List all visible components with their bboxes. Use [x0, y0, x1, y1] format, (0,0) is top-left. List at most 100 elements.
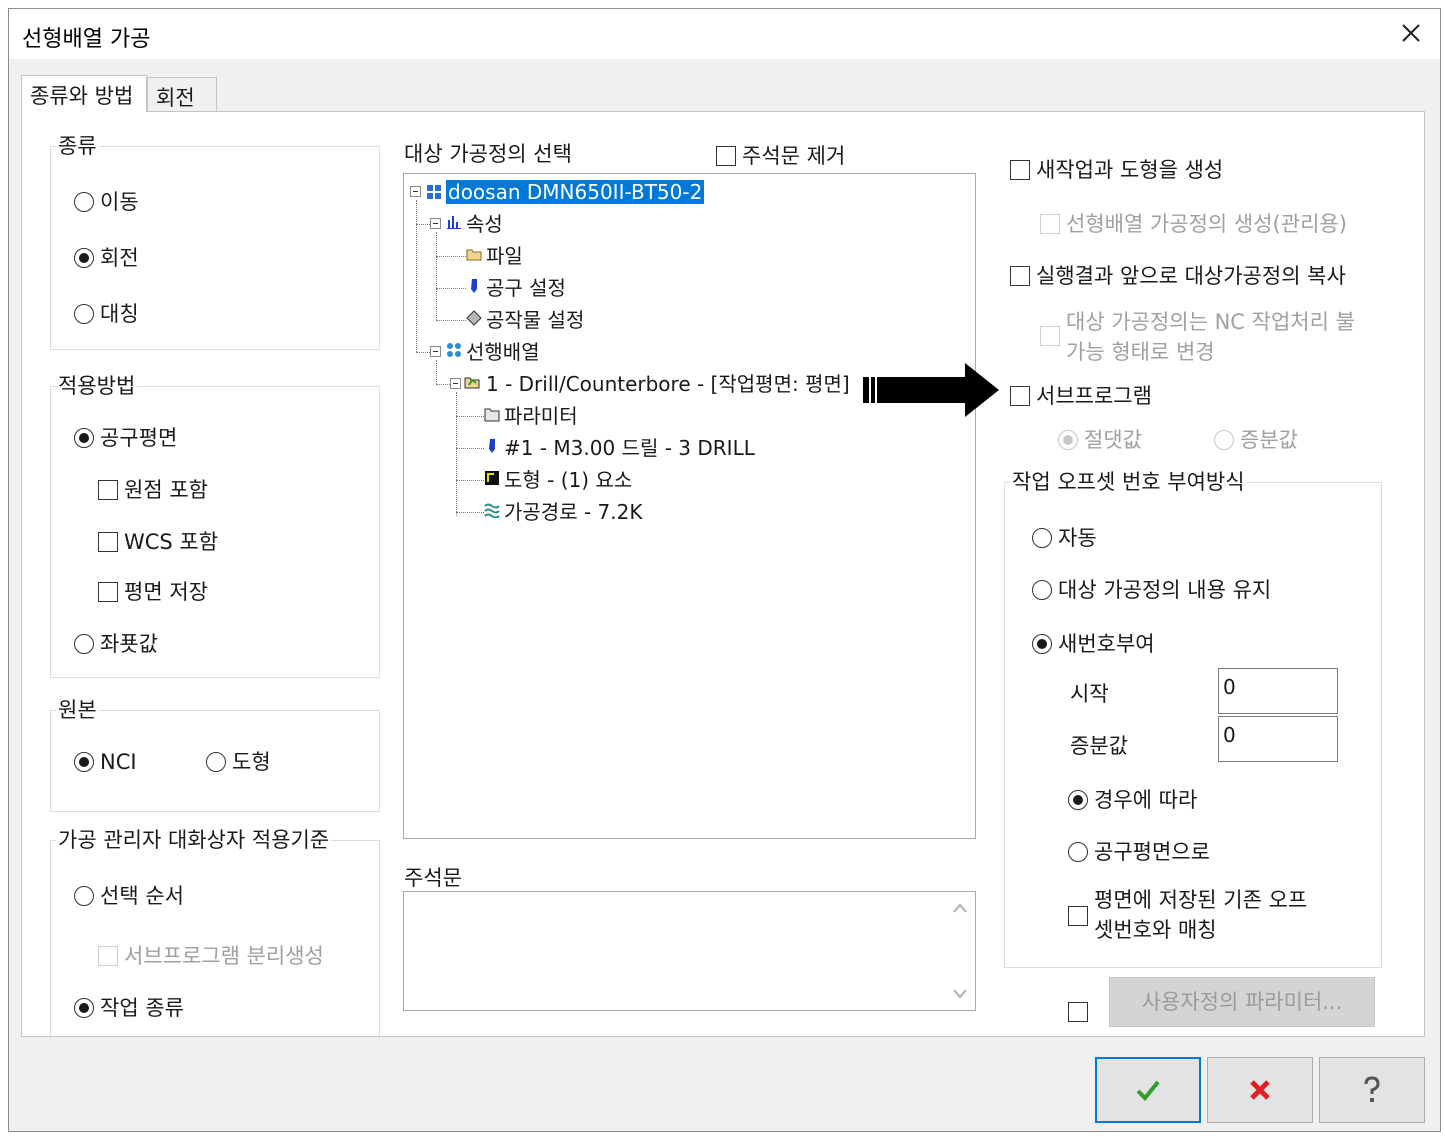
- radio-move[interactable]: [74, 192, 94, 212]
- close-icon[interactable]: [1397, 19, 1425, 47]
- radio-nci[interactable]: [74, 752, 94, 772]
- toolpath-icon: [484, 503, 500, 518]
- radio-tool-plane[interactable]: [74, 428, 94, 448]
- collapse-toggle[interactable]: [430, 218, 441, 229]
- tree-node-geometry[interactable]: 도형 - (1) 요소: [504, 468, 632, 492]
- radio-rotate-label: 회전: [100, 246, 139, 270]
- tree-node-properties[interactable]: 속성: [466, 212, 503, 236]
- radio-nci-label: NCI: [100, 750, 137, 774]
- collapse-toggle[interactable]: [450, 378, 461, 389]
- tree-node-toolpath[interactable]: 가공경로 - 7.2K: [504, 500, 642, 524]
- custom-params-button[interactable]: 사용자정의 파라미터...: [1109, 977, 1375, 1027]
- check-custom-params[interactable]: [1068, 1002, 1088, 1022]
- check-convert-nc-label-1: 대상 가공정의는 NC 작업처리 불: [1066, 310, 1355, 334]
- tree-node-tool-settings[interactable]: 공구 설정: [486, 276, 566, 300]
- tool-icon: [471, 279, 477, 293]
- check-create-array-op[interactable]: [1040, 214, 1060, 234]
- radio-geometry-label: 도형: [232, 750, 271, 774]
- check-match-offset[interactable]: [1068, 906, 1088, 926]
- tab-label: 회전: [156, 86, 195, 110]
- radio-per-tool-plane-label: 공구평면으로: [1094, 840, 1210, 864]
- stock-icon: [466, 310, 482, 326]
- title-bar: 선형배열 가공: [9, 9, 1440, 59]
- comment-textarea[interactable]: [403, 891, 976, 1011]
- check-match-offset-label-2: 셋번호와 매칭: [1094, 918, 1217, 942]
- toolpath-group-icon: [447, 343, 461, 357]
- radio-per-case[interactable]: [1068, 790, 1088, 810]
- start-input[interactable]: 0: [1218, 668, 1338, 714]
- cancel-icon: [1250, 1080, 1270, 1100]
- ok-icon: [1136, 1080, 1160, 1101]
- radio-per-tool-plane[interactable]: [1068, 842, 1088, 862]
- tool-icon: [489, 439, 495, 453]
- check-copy-before[interactable]: [1010, 266, 1030, 286]
- tree-node-linear-array[interactable]: 선행배열: [466, 340, 540, 364]
- ok-button[interactable]: [1095, 1057, 1201, 1123]
- radio-offset-keep-label: 대상 가공정의 내용 유지: [1058, 578, 1272, 602]
- check-copy-before-label: 실행결과 앞으로 대상가공정의 복사: [1036, 264, 1346, 288]
- tab-type-method[interactable]: 종류와 방법: [21, 75, 147, 112]
- comment-label: 주석문: [404, 866, 462, 890]
- tree-node-operation[interactable]: 1 - Drill/Counterbore - [작업평면: 평면]: [486, 372, 850, 396]
- window-title: 선형배열 가공: [22, 27, 151, 52]
- radio-selection-order[interactable]: [74, 886, 94, 906]
- help-button[interactable]: [1319, 1057, 1425, 1123]
- radio-mirror-label: 대칭: [100, 302, 139, 326]
- scroll-up-icon[interactable]: [952, 902, 968, 914]
- check-include-wcs-label: WCS 포함: [124, 530, 219, 554]
- tree-node-file[interactable]: 파일: [486, 244, 523, 268]
- tab-label: 종류와 방법: [30, 84, 134, 108]
- geometry-icon: [485, 471, 499, 485]
- check-remove-comments[interactable]: [716, 146, 736, 166]
- manager-group-legend: 가공 관리자 대화상자 적용기준: [56, 828, 332, 852]
- check-include-origin-label: 원점 포함: [124, 478, 208, 502]
- check-match-offset-label-1: 평면에 저장된 기존 오프: [1094, 888, 1308, 912]
- tree-root-node[interactable]: doosan DMN650II-BT50-2: [446, 180, 705, 204]
- offset-group-legend: 작업 오프셋 번호 부여방식: [1010, 470, 1247, 494]
- target-label: 대상 가공정의 선택: [404, 142, 572, 166]
- radio-operation-type[interactable]: [74, 998, 94, 1018]
- machine-group-icon: [427, 185, 441, 199]
- tree-node-parameters[interactable]: 파라미터: [504, 404, 578, 428]
- radio-rotate[interactable]: [74, 248, 94, 268]
- check-convert-nc-label-2: 가능 형태로 변경: [1066, 340, 1215, 364]
- radio-offset-auto-label: 자동: [1058, 526, 1097, 550]
- check-include-origin[interactable]: [98, 480, 118, 500]
- radio-absolute[interactable]: [1058, 430, 1078, 450]
- radio-incremental[interactable]: [1214, 430, 1234, 450]
- check-new-op-geometry-label: 새작업과 도형을 생성: [1036, 158, 1224, 182]
- radio-incremental-label: 증분값: [1240, 428, 1298, 452]
- check-new-op-geometry[interactable]: [1010, 160, 1030, 180]
- tab-rotation[interactable]: 회전: [147, 77, 217, 111]
- radio-geometry[interactable]: [206, 752, 226, 772]
- tree-node-stock-settings[interactable]: 공작물 설정: [486, 308, 584, 332]
- increment-input[interactable]: 0: [1218, 716, 1338, 762]
- check-include-wcs[interactable]: [98, 532, 118, 552]
- tree-node-tool[interactable]: #1 - M3.00 드릴 - 3 DRILL: [504, 436, 755, 460]
- radio-coordinates-label: 좌푯값: [100, 632, 158, 656]
- properties-icon: [447, 216, 461, 229]
- check-remove-comments-label: 주석문 제거: [742, 144, 846, 168]
- check-save-plane[interactable]: [98, 582, 118, 602]
- arrow-icon: [863, 363, 999, 417]
- check-subprogram[interactable]: [1010, 386, 1030, 406]
- dialog-window: 선형배열 가공 종류와 방법 회전 종류 이동 회전 대칭 적용방법 공구평면 …: [8, 8, 1441, 1132]
- radio-offset-renumber[interactable]: [1032, 634, 1052, 654]
- folder-icon: [466, 249, 482, 261]
- scroll-down-icon[interactable]: [952, 988, 968, 1000]
- check-subprogram-separate[interactable]: [98, 946, 118, 966]
- collapse-toggle[interactable]: [410, 186, 421, 197]
- check-subprogram-label: 서브프로그램: [1036, 384, 1152, 408]
- check-convert-nc[interactable]: [1040, 326, 1060, 346]
- radio-coordinates[interactable]: [74, 634, 94, 654]
- start-label: 시작: [1070, 682, 1109, 706]
- radio-offset-keep[interactable]: [1032, 580, 1052, 600]
- operation-tree[interactable]: doosan DMN650II-BT50-2 속성 파일 공구 설정 공작물 설…: [403, 173, 976, 839]
- radio-mirror[interactable]: [74, 304, 94, 324]
- radio-per-case-label: 경우에 따라: [1094, 788, 1198, 812]
- radio-offset-auto[interactable]: [1032, 528, 1052, 548]
- collapse-toggle[interactable]: [430, 346, 441, 357]
- radio-operation-type-label: 작업 종류: [100, 996, 184, 1020]
- cancel-button[interactable]: [1207, 1057, 1313, 1123]
- check-create-array-op-label: 선형배열 가공정의 생성(관리용): [1066, 212, 1347, 236]
